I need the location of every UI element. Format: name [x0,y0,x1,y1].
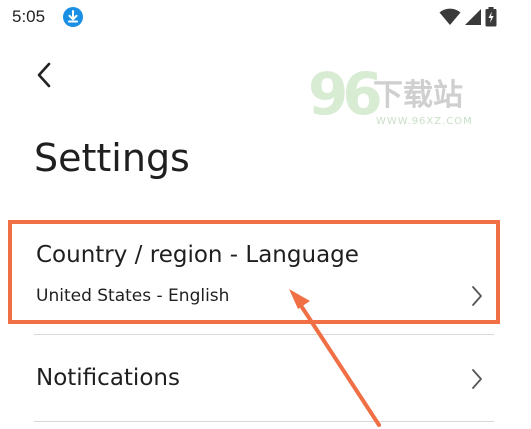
settings-screen: 5:05 96 下载站 WWW.96XZ.COM Settings Countr… [0,0,531,429]
wifi-icon [439,8,461,25]
battery-charging-icon [485,7,497,27]
watermark-url: WWW.96XZ.COM [376,116,473,127]
back-button[interactable] [32,58,62,96]
status-icons [439,7,497,27]
download-circle-icon [63,7,83,27]
notifications-item[interactable]: Notifications [34,335,494,421]
chevron-left-icon [37,62,51,88]
watermark-chinese: 下载站 [373,78,463,113]
watermark-number: 96 [308,60,383,128]
page-title: Settings [34,136,190,180]
watermark: 96 下载站 WWW.96XZ.COM [300,60,480,132]
notifications-title: Notifications [36,365,180,391]
divider [34,421,494,422]
highlight-box [8,220,500,324]
signal-icon [465,9,481,25]
status-time: 5:05 [12,7,46,26]
chevron-right-icon [472,369,482,389]
